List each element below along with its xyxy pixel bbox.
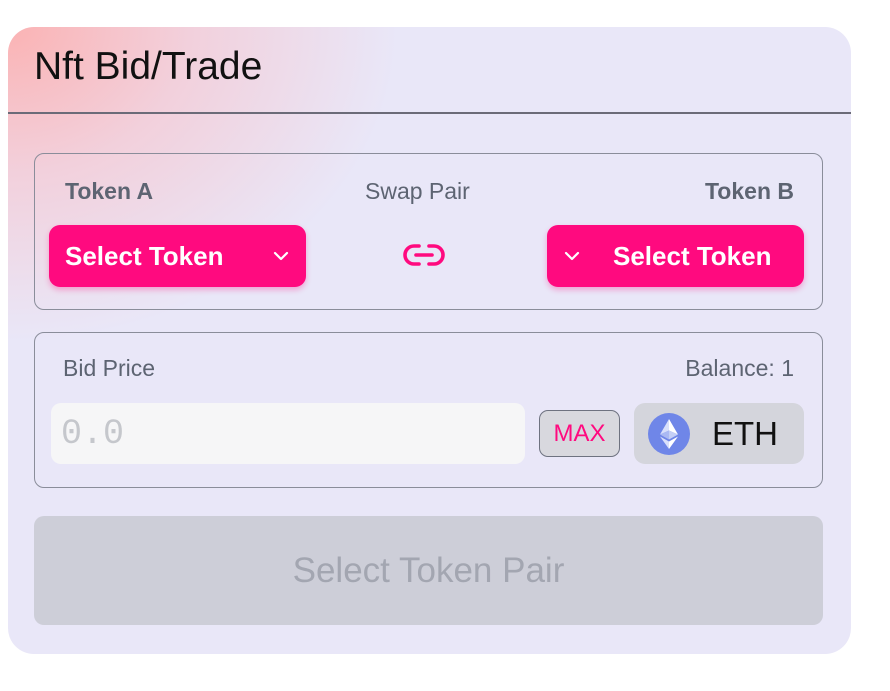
token-b-label: Token B: [704, 178, 794, 204]
balance-text: Balance: 1: [685, 355, 794, 381]
bid-price-panel: Bid Price Balance: 1 MAX ETH: [34, 332, 823, 488]
select-token-pair-button[interactable]: Select Token Pair: [34, 516, 823, 625]
link-icon[interactable]: [402, 237, 446, 273]
max-button[interactable]: MAX: [539, 410, 620, 457]
bid-price-label: Bid Price: [63, 355, 156, 381]
token-a-label: Token A: [65, 178, 154, 204]
chevron-down-icon: [273, 251, 289, 261]
currency-selector[interactable]: ETH: [634, 403, 804, 464]
select-token-a-label: Select Token: [65, 240, 224, 271]
swap-pair-label: Swap Pair: [365, 178, 470, 204]
token-pair-panel: Token A Swap Pair Token B Select Token S…: [34, 153, 823, 310]
title-divider: [8, 112, 851, 114]
select-token-b-label: Select Token: [613, 240, 772, 271]
select-token-a-button[interactable]: Select Token: [49, 225, 306, 287]
select-token-b-button[interactable]: Select Token: [547, 225, 804, 287]
card-title: Nft Bid/Trade: [34, 45, 263, 88]
eth-icon: [648, 412, 690, 455]
bid-amount-input[interactable]: [51, 403, 525, 464]
currency-label: ETH: [712, 414, 778, 452]
chevron-down-icon: [564, 251, 580, 261]
nft-bid-trade-card: Nft Bid/Trade Token A Swap Pair Token B …: [8, 27, 851, 654]
